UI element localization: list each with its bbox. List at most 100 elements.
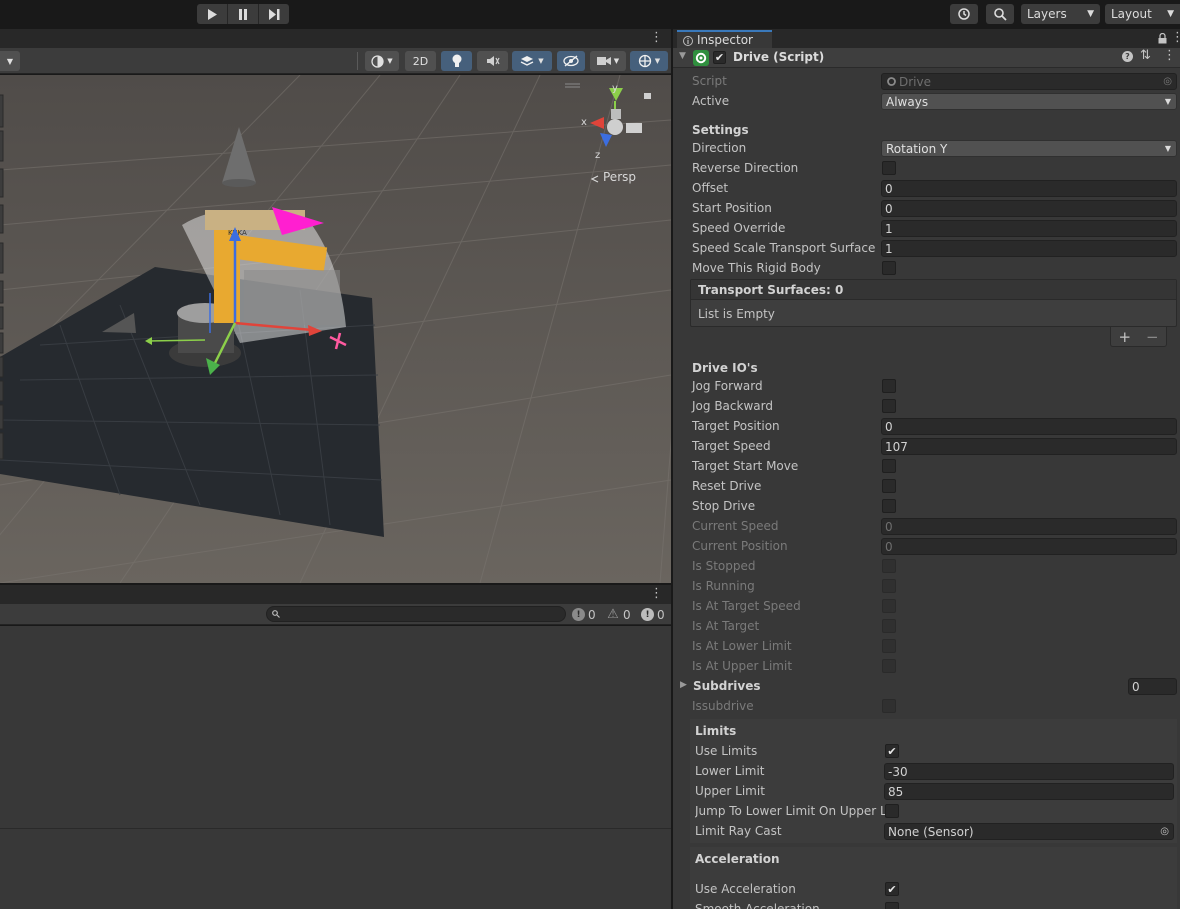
tab-inspector[interactable]: Inspector	[677, 30, 772, 48]
active-value: Always	[886, 94, 929, 109]
upper-limit-field[interactable]: 85	[884, 783, 1174, 800]
subdrives-size-field[interactable]: 0	[1128, 678, 1177, 695]
jog-forward-checkbox[interactable]	[882, 379, 896, 393]
console-toolbar: ! 0 ⚠ 0 ! 0	[0, 604, 671, 625]
script-label: Script	[692, 74, 727, 88]
chevron-down-icon: ▼	[1167, 9, 1174, 19]
move-rigidbody-checkbox[interactable]	[882, 261, 896, 275]
draw-mode-button[interactable]: ▼	[365, 51, 399, 71]
move-rigidbody-label: Move This Rigid Body	[692, 261, 821, 275]
lower-limit-field[interactable]: -30	[884, 763, 1174, 780]
scene-viewport[interactable]: KUKA y x z Persp	[0, 75, 671, 583]
jump-to-lower-checkbox[interactable]	[885, 804, 899, 818]
jog-forward-label: Jog Forward	[692, 379, 763, 393]
scene-lighting-toggle[interactable]	[441, 51, 472, 71]
jog-backward-checkbox[interactable]	[882, 399, 896, 413]
use-limits-checkbox[interactable]: ✔	[885, 744, 899, 758]
active-dropdown[interactable]: Always ▼	[881, 93, 1177, 110]
console-error-toggle[interactable]: ! 0	[641, 606, 665, 623]
foldout-arrow-icon[interactable]: ▼	[679, 51, 686, 61]
object-picker-icon[interactable]: ◎	[1163, 76, 1172, 87]
more-options-icon[interactable]: ⋮	[1171, 30, 1180, 45]
gizmos-toggle[interactable]: ▼	[630, 51, 668, 71]
upper-limit-label: Upper Limit	[695, 784, 765, 798]
lock-icon[interactable]	[1158, 33, 1167, 44]
projection-label[interactable]: Persp	[603, 170, 636, 184]
current-speed-field: 0	[881, 518, 1177, 535]
subdrives-label[interactable]: Subdrives	[693, 679, 761, 693]
console-log-toggle[interactable]: ! 0	[572, 606, 596, 623]
camera-settings-button[interactable]: ▼	[590, 51, 626, 71]
gizmo-lock-icon[interactable]	[644, 93, 651, 99]
camera-icon	[596, 57, 611, 65]
panel-splitter[interactable]	[671, 29, 673, 909]
list-add-button[interactable]: +	[1118, 328, 1131, 346]
pause-button[interactable]	[228, 4, 259, 24]
is-at-lower-limit-checkbox	[882, 639, 896, 653]
subdrives-foldout-icon[interactable]: ▶	[680, 680, 687, 690]
object-picker-icon[interactable]: ◎	[1160, 826, 1169, 837]
is-at-target-speed-label: Is At Target Speed	[692, 599, 801, 613]
more-options-icon[interactable]: ⋮	[650, 586, 663, 601]
limit-raycast-value: None (Sensor)	[888, 824, 974, 839]
reverse-direction-checkbox[interactable]	[882, 161, 896, 175]
gizmo-icon	[638, 54, 651, 68]
step-button[interactable]	[259, 4, 289, 24]
component-header[interactable]: ▼ ✔ Drive (Script) ? ⇅ ⋮	[673, 48, 1180, 68]
gizmo-axis-x: x	[581, 117, 587, 128]
panel-splitter[interactable]	[0, 583, 671, 585]
eye-slash-icon	[563, 55, 579, 67]
speed-override-field[interactable]: 1	[881, 220, 1177, 237]
stop-drive-checkbox[interactable]	[882, 499, 896, 513]
hidden-objects-toggle[interactable]	[557, 51, 585, 71]
layers-fx-icon	[520, 55, 534, 66]
smooth-acceleration-checkbox[interactable]	[885, 902, 899, 909]
console-warning-toggle[interactable]: ⚠ 0	[606, 606, 630, 623]
layout-dropdown[interactable]: Layout ▼	[1105, 4, 1180, 24]
preset-icon[interactable]: ⇅	[1140, 48, 1151, 63]
search-button[interactable]	[986, 4, 1014, 24]
more-options-icon[interactable]: ⋮	[650, 30, 663, 45]
is-at-target-checkbox	[882, 619, 896, 633]
list-remove-button[interactable]: −	[1146, 328, 1159, 346]
tool-settings-button[interactable]: ▼	[0, 51, 20, 71]
target-position-field[interactable]: 0	[881, 418, 1177, 435]
speed-scale-label: Speed Scale Transport Surface	[692, 241, 876, 255]
layers-dropdown[interactable]: Layers ▼	[1021, 4, 1100, 24]
target-start-move-checkbox[interactable]	[882, 459, 896, 473]
play-button[interactable]	[197, 4, 228, 24]
issubdrive-checkbox	[882, 699, 896, 713]
inspector-panel: Inspector ⋮ ▼ ✔ Drive (Script) ? ⇅ ⋮ Scr…	[673, 29, 1180, 909]
component-enabled-checkbox[interactable]: ✔	[713, 51, 726, 64]
layout-label: Layout	[1111, 7, 1152, 21]
scene-fx-toggle[interactable]: ▼	[512, 51, 552, 71]
speed-scale-field[interactable]: 1	[881, 240, 1177, 257]
use-acceleration-checkbox[interactable]: ✔	[885, 882, 899, 896]
console-divider	[0, 828, 671, 829]
audio-mute-icon	[486, 56, 500, 66]
acceleration-header: Acceleration	[695, 852, 780, 866]
transport-surfaces-list[interactable]: Transport Surfaces: 0 List is Empty	[690, 279, 1177, 327]
gizmo-axis-y: y	[612, 83, 618, 94]
help-icon[interactable]: ?	[1122, 51, 1133, 62]
console-log-list[interactable]	[0, 626, 671, 909]
scene-audio-toggle[interactable]	[477, 51, 508, 71]
offset-label: Offset	[692, 181, 729, 195]
direction-dropdown[interactable]: Rotation Y ▼	[881, 140, 1177, 157]
issubdrive-label: Issubdrive	[692, 699, 754, 713]
target-speed-field[interactable]: 107	[881, 438, 1177, 455]
gear-icon	[693, 50, 709, 66]
limit-raycast-field[interactable]: None (Sensor) ◎	[884, 823, 1174, 840]
main-toolbar: Layers ▼ Layout ▼	[0, 0, 1180, 28]
view-2d-toggle[interactable]: 2D	[405, 51, 436, 71]
offset-field[interactable]: 0	[881, 180, 1177, 197]
limit-raycast-label: Limit Ray Cast	[695, 824, 782, 838]
more-options-icon[interactable]: ⋮	[1163, 48, 1176, 63]
console-search-input[interactable]	[266, 606, 566, 622]
shading-sphere-icon	[371, 54, 384, 68]
reset-drive-checkbox[interactable]	[882, 479, 896, 493]
is-running-label: Is Running	[692, 579, 755, 593]
start-position-field[interactable]: 0	[881, 200, 1177, 217]
script-gear-icon	[887, 77, 896, 86]
history-button[interactable]	[950, 4, 978, 24]
